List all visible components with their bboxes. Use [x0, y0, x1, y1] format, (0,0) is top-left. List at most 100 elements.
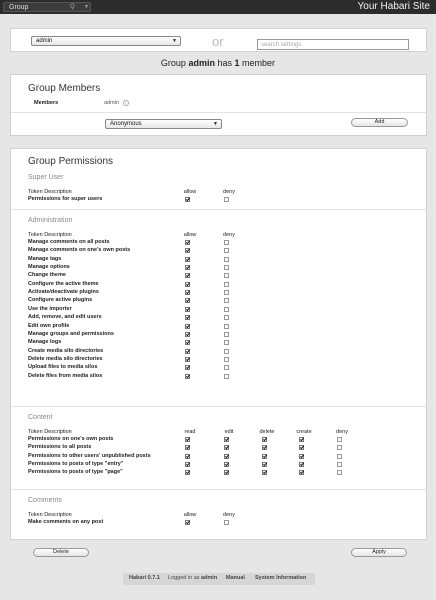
allow-checkbox[interactable] — [185, 445, 190, 451]
deny-checkbox[interactable] — [224, 197, 229, 202]
add-member-button[interactable]: Add — [351, 118, 408, 127]
footer-manual-link[interactable]: Manual — [226, 575, 245, 582]
permission-token-label: Delete files from media silos — [28, 372, 103, 379]
deny-checkbox[interactable] — [224, 290, 229, 296]
permission-token-label: Manage comments on all posts — [28, 239, 110, 245]
permission-token-label: Create media silo directories — [28, 347, 104, 354]
members-label: Members — [34, 100, 59, 106]
deny-checkbox[interactable] — [224, 273, 229, 279]
deny-checkbox[interactable] — [224, 520, 229, 525]
allow-checkbox[interactable] — [185, 197, 190, 202]
delete-group-button[interactable]: Delete — [33, 548, 89, 557]
allow-checkbox[interactable] — [185, 453, 190, 459]
allow-checkbox[interactable] — [262, 445, 267, 451]
allow-checkbox[interactable] — [299, 437, 304, 442]
allow-checkbox[interactable] — [299, 453, 304, 459]
allow-checkbox[interactable] — [185, 356, 190, 362]
allow-checkbox[interactable] — [224, 462, 229, 468]
permission-token-label: Use the importer — [28, 305, 72, 312]
allow-checkbox[interactable] — [185, 470, 190, 476]
allow-checkbox[interactable] — [185, 373, 190, 379]
allow-checkbox[interactable] — [185, 290, 190, 296]
or-separator: or — [212, 34, 224, 49]
permission-token-label: Manage logs — [28, 339, 62, 346]
allow-checkbox[interactable] — [185, 323, 190, 329]
apply-button[interactable]: Apply — [351, 548, 407, 557]
allow-checkbox[interactable] — [262, 470, 267, 476]
add-member-select[interactable]: Anonymous ▼ — [105, 119, 222, 129]
group-summary: Group admin has 1 member — [0, 58, 436, 69]
deny-checkbox[interactable] — [224, 248, 229, 254]
allow-checkbox[interactable] — [299, 462, 304, 468]
chevron-down-icon: ▼ — [213, 121, 218, 127]
search-placeholder: search settings — [261, 42, 302, 48]
menu-shortcut-key: Q — [70, 4, 75, 10]
footer-user-link[interactable]: admin — [201, 575, 217, 582]
allow-checkbox[interactable] — [185, 331, 190, 337]
allow-checkbox[interactable] — [185, 281, 190, 287]
allow-checkbox[interactable] — [299, 470, 304, 476]
deny-checkbox[interactable] — [224, 298, 229, 304]
permission-token-label: Manage comments on one's own posts — [28, 247, 131, 254]
deny-checkbox[interactable] — [224, 315, 229, 321]
allow-checkbox[interactable] — [185, 248, 190, 254]
allow-checkbox[interactable] — [185, 306, 190, 312]
deny-checkbox[interactable] — [337, 437, 342, 442]
allow-checkbox[interactable] — [185, 256, 190, 262]
deny-checkbox[interactable] — [224, 340, 229, 346]
admin-menu-button[interactable]: Group Q ▼ — [3, 2, 91, 12]
deny-checkbox[interactable] — [224, 373, 229, 379]
deny-checkbox[interactable] — [337, 445, 342, 451]
footer-logged-in-as: Logged in as — [168, 575, 200, 581]
group-select-value: admin — [36, 38, 53, 44]
deny-checkbox[interactable] — [224, 265, 229, 271]
deny-checkbox[interactable] — [224, 348, 229, 354]
allow-checkbox[interactable] — [224, 437, 229, 442]
allow-checkbox[interactable] — [185, 348, 190, 354]
group-selector-panel: admin ▼ or search settings — [10, 28, 427, 52]
deny-checkbox[interactable] — [224, 365, 229, 371]
permission-token-label: Permissions to all posts — [28, 444, 92, 451]
info-icon[interactable]: i — [123, 100, 129, 106]
allow-checkbox[interactable] — [185, 365, 190, 371]
deny-checkbox[interactable] — [337, 462, 342, 468]
deny-checkbox[interactable] — [224, 331, 229, 337]
footer-system-info-link[interactable]: System Information — [255, 575, 306, 582]
site-title[interactable]: Your Habari Site — [358, 1, 430, 13]
search-settings-input[interactable]: search settings — [257, 39, 409, 50]
deny-checkbox[interactable] — [224, 240, 229, 245]
deny-checkbox[interactable] — [337, 453, 342, 459]
allow-checkbox[interactable] — [224, 445, 229, 451]
allow-checkbox[interactable] — [185, 240, 190, 245]
deny-checkbox[interactable] — [337, 470, 342, 476]
permission-token-label: Configure the active theme — [28, 280, 99, 287]
deny-checkbox[interactable] — [224, 281, 229, 287]
allow-checkbox[interactable] — [262, 437, 267, 442]
group-select[interactable]: admin ▼ — [31, 36, 181, 46]
deny-checkbox[interactable] — [224, 356, 229, 362]
deny-checkbox[interactable] — [224, 323, 229, 329]
allow-checkbox[interactable] — [299, 445, 304, 451]
group-permissions-title: Group Permissions — [28, 156, 114, 167]
allow-checkbox[interactable] — [185, 265, 190, 271]
allow-checkbox[interactable] — [262, 462, 267, 468]
section-divider — [11, 209, 426, 210]
allow-checkbox[interactable] — [185, 462, 190, 468]
allow-checkbox[interactable] — [185, 437, 190, 442]
group-permissions-panel: Group Permissions Super User Token Descri… — [10, 148, 427, 540]
allow-checkbox[interactable] — [262, 453, 267, 459]
permission-token-label: Manage groups and permissions — [28, 330, 114, 337]
chevron-down-icon: ▼ — [172, 38, 177, 44]
deny-checkbox[interactable] — [224, 306, 229, 312]
allow-checkbox[interactable] — [185, 273, 190, 279]
allow-checkbox[interactable] — [185, 298, 190, 304]
deny-checkbox[interactable] — [224, 256, 229, 262]
allow-checkbox[interactable] — [185, 340, 190, 346]
allow-checkbox[interactable] — [185, 315, 190, 321]
member-name[interactable]: admin — [104, 100, 119, 107]
permission-token-label: Manage tags — [28, 255, 62, 262]
allow-checkbox[interactable] — [185, 520, 190, 525]
allow-checkbox[interactable] — [224, 453, 229, 459]
allow-checkbox[interactable] — [224, 470, 229, 476]
members-divider — [11, 112, 426, 113]
